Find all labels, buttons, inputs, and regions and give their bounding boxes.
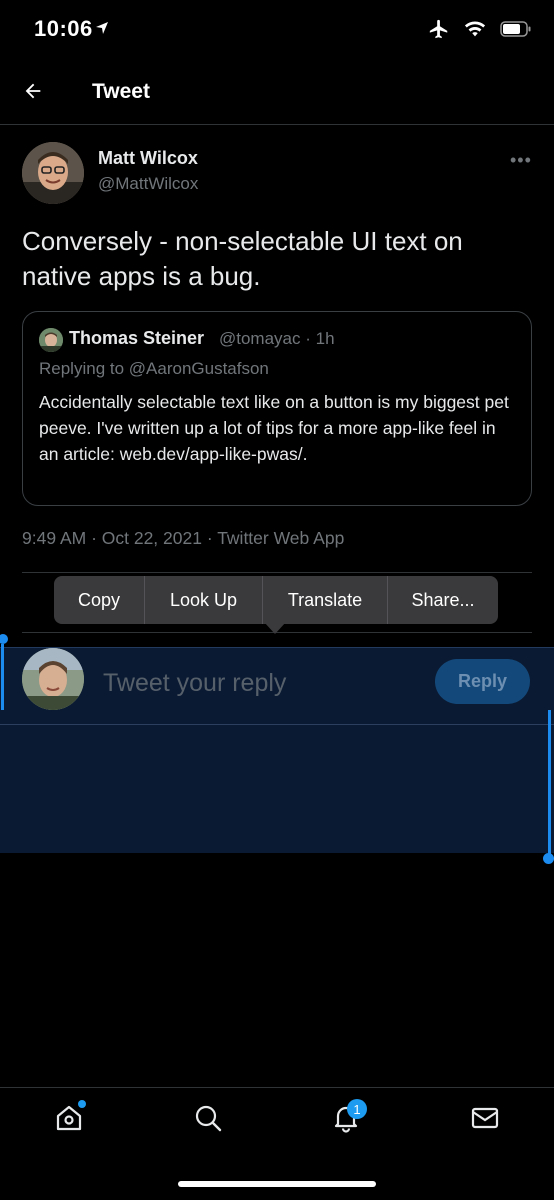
quoted-tweet[interactable]: Thomas Steiner @tomayac · 1h Replying to… [22, 311, 532, 506]
notification-badge: 1 [347, 1099, 367, 1119]
reply-input[interactable] [101, 668, 425, 699]
status-time: 10:06 [34, 16, 93, 41]
home-icon [54, 1103, 84, 1138]
header-divider [0, 124, 554, 125]
divider [22, 572, 532, 573]
home-indicator[interactable] [178, 1181, 376, 1187]
divider [0, 724, 554, 725]
context-menu-translate[interactable]: Translate [263, 576, 387, 624]
author-name[interactable]: Matt Wilcox [98, 148, 198, 169]
selection-start-caret [1, 644, 4, 710]
text-context-menu: Copy Look Up Translate Share... [54, 576, 498, 624]
location-arrow-icon [94, 20, 110, 41]
envelope-icon [470, 1103, 500, 1138]
tab-search[interactable] [190, 1102, 226, 1138]
search-icon [193, 1103, 223, 1138]
quoted-author-avatar [39, 328, 63, 352]
home-new-indicator [78, 1100, 86, 1108]
page-title: Tweet [92, 80, 150, 103]
reply-button[interactable]: Reply [435, 659, 530, 704]
context-menu-pointer [264, 622, 286, 634]
selection-start-handle[interactable] [0, 634, 8, 644]
arrow-left-icon [22, 80, 44, 107]
avatar[interactable] [22, 142, 84, 204]
context-menu-look-up[interactable]: Look Up [145, 576, 262, 624]
battery-icon [500, 21, 532, 42]
divider [0, 647, 554, 648]
more-options-button[interactable]: ••• [510, 150, 532, 171]
author-handle[interactable]: @MattWilcox [98, 174, 198, 194]
tweet-text: Conversely - non-selectable UI text on n… [22, 226, 463, 291]
avatar [22, 648, 84, 710]
selection-end-handle[interactable] [543, 853, 554, 864]
back-button[interactable] [18, 78, 48, 108]
quoted-author-name: Thomas Steiner [69, 328, 205, 348]
status-icons [428, 18, 532, 45]
quoted-replying-to: Replying to @AaronGustafson [39, 359, 269, 378]
selection-end-caret [548, 710, 551, 858]
quoted-author-handle: @tomayac · 1h [219, 329, 335, 348]
wifi-icon [464, 20, 486, 43]
tweet-timestamp: 9:49 AM · Oct 22, 2021 · Twitter Web App [22, 528, 345, 548]
airplane-icon [428, 18, 450, 45]
quoted-tweet-text: Accidentally selectable text like on a b… [39, 392, 509, 464]
context-menu-copy[interactable]: Copy [54, 576, 144, 624]
tab-messages[interactable] [467, 1102, 503, 1138]
context-menu-share[interactable]: Share... [388, 576, 498, 624]
tab-bar-divider [0, 1087, 554, 1088]
